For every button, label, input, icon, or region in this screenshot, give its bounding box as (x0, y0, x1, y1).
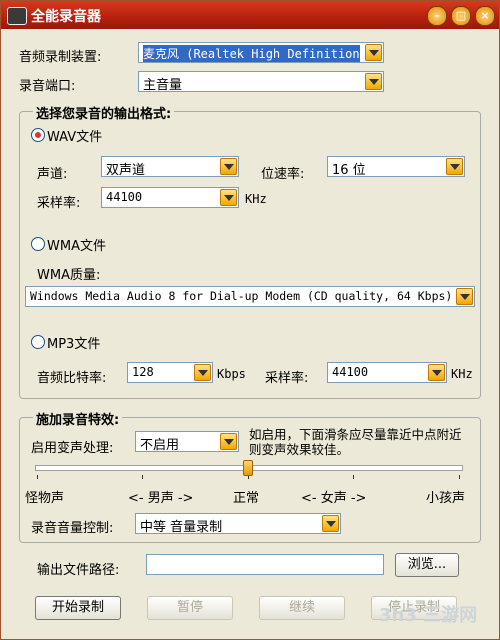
chevron-down-icon[interactable] (220, 189, 237, 206)
slider-label-male: <- 男声 -> (128, 491, 194, 506)
slider-label-female: <- 女声 -> (301, 491, 367, 506)
close-icon[interactable]: × (475, 6, 495, 26)
volume-value: 中等 音量录制 (140, 520, 223, 535)
chevron-down-icon[interactable] (365, 44, 382, 61)
slider-tick (353, 475, 354, 479)
chevron-down-icon[interactable] (220, 433, 237, 450)
bitrate-select[interactable]: 16 位 (327, 156, 465, 178)
output-path-input[interactable] (146, 554, 384, 575)
voice-hint: 如启用，下面滑条应尽量靠近中点附近则变声效果较佳。 (249, 427, 462, 457)
format-group (19, 111, 481, 399)
window-title: 全能录音器 (31, 9, 101, 25)
port-value: 主音量 (143, 78, 183, 93)
slider-tick (459, 475, 460, 479)
bitrate-label: 位速率: (261, 167, 305, 182)
wma-radio[interactable] (31, 237, 45, 251)
mp3-bitrate-label: 音频比特率: (37, 371, 107, 386)
mp3-label[interactable]: MP3文件 (47, 333, 100, 352)
mp3-samplerate-select[interactable]: 44100 (327, 362, 447, 383)
port-select[interactable]: 主音量 (138, 71, 384, 93)
chevron-down-icon[interactable] (322, 515, 339, 532)
voice-slider-thumb[interactable] (243, 460, 253, 476)
samplerate-label: 采样率: (37, 196, 81, 211)
resume-button[interactable]: 继续 (259, 596, 345, 620)
channel-value: 双声道 (106, 163, 146, 178)
chevron-down-icon[interactable] (446, 158, 463, 175)
samplerate-select[interactable]: 44100 (101, 187, 239, 208)
title-bar[interactable]: 全能录音器 – □ × (1, 1, 499, 29)
channel-label: 声道: (37, 167, 68, 182)
mp3-bitrate-select[interactable]: 128 (127, 362, 213, 383)
wav-label[interactable]: WAV文件 (47, 126, 102, 145)
mp3-radio[interactable] (31, 335, 45, 349)
volume-select[interactable]: 中等 音量录制 (135, 513, 341, 535)
channel-select[interactable]: 双声道 (101, 156, 239, 178)
mp3-bitrate-unit: Kbps (217, 367, 246, 381)
device-value: 麦克风 (Realtek High Definition (143, 45, 360, 62)
slider-label-monster: 怪物声 (25, 491, 65, 506)
voice-change-value: 不启用 (140, 438, 180, 453)
main-window: 全能录音器 – □ × 音频录制装置: 麦克风 (Realtek High De… (0, 0, 500, 640)
browse-button[interactable]: 浏览... (395, 553, 459, 577)
port-label: 录音端口: (19, 79, 76, 94)
mp3-samplerate-label: 采样率: (265, 371, 309, 386)
wma-label[interactable]: WMA文件 (47, 235, 106, 254)
wav-radio[interactable] (31, 128, 45, 142)
minimize-icon[interactable]: – (427, 6, 447, 26)
device-label: 音频录制装置: (19, 50, 102, 65)
slider-label-normal: 正常 (233, 491, 260, 506)
device-select[interactable]: 麦克风 (Realtek High Definition (138, 42, 384, 63)
mp3-bitrate-value: 128 (132, 365, 154, 379)
chevron-down-icon[interactable] (194, 364, 211, 381)
mp3-samplerate-value: 44100 (332, 365, 369, 379)
volume-label: 录音音量控制: (31, 521, 114, 536)
effects-group-title: 施加录音特效: (33, 409, 123, 428)
output-path-label: 输出文件路径: (37, 563, 120, 578)
wma-quality-select[interactable]: Windows Media Audio 8 for Dial-up Modem … (25, 286, 475, 307)
chevron-down-icon[interactable] (365, 73, 382, 90)
chevron-down-icon[interactable] (428, 364, 445, 381)
slider-label-child: 小孩声 (426, 491, 466, 506)
slider-tick (142, 475, 143, 479)
pause-button[interactable]: 暂停 (147, 596, 233, 620)
format-group-title: 选择您录音的输出格式: (33, 103, 175, 122)
samplerate-value: 44100 (106, 190, 143, 204)
wma-quality-value: Windows Media Audio 8 for Dial-up Modem … (30, 289, 453, 303)
chevron-down-icon[interactable] (456, 288, 473, 305)
voice-change-select[interactable]: 不启用 (135, 431, 239, 453)
voice-change-label: 启用变声处理: (31, 441, 114, 456)
bitrate-value: 16 位 (332, 163, 366, 178)
slider-tick (37, 475, 38, 479)
chevron-down-icon[interactable] (220, 158, 237, 175)
wma-quality-label: WMA质量: (37, 268, 101, 283)
start-record-button[interactable]: 开始录制 (35, 596, 121, 620)
watermark-logo: 3h3 三游网 (379, 605, 478, 626)
samplerate-unit: KHz (245, 192, 267, 206)
app-icon (7, 7, 27, 25)
maximize-icon[interactable]: □ (451, 6, 471, 26)
mp3-samplerate-unit: KHz (451, 367, 473, 381)
